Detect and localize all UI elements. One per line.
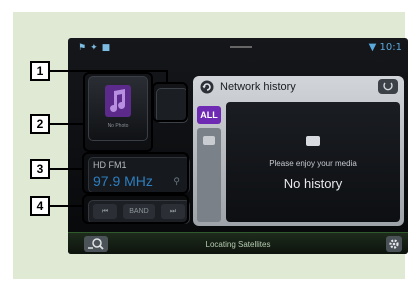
callout-4: 4 [30,196,50,216]
network-history-title: Network history [220,81,296,93]
close-icon [383,82,393,91]
page-indicator [230,46,246,48]
callout-line-1b [166,70,168,84]
filter-all-tab[interactable]: ALL [197,106,221,124]
highlight-4 [82,194,189,224]
callout-2: 2 [30,114,50,134]
callout-line-2 [49,123,84,125]
status-bar: ⚑✦■ ▼ 10:1 [68,38,408,58]
history-list: Please enjoy your media No history [226,102,400,222]
highlight-3 [82,152,189,194]
media-icon [306,136,320,146]
highlight-1 [152,82,188,122]
callout-1: 1 [30,61,50,81]
status-icons: ⚑✦■ [78,43,115,53]
callout-line-3 [49,168,83,170]
callout-line-4 [49,205,83,207]
refresh-icon[interactable] [200,80,214,94]
highlight-2 [83,72,153,152]
callout-line-1 [48,70,168,72]
history-empty-text: No history [283,176,343,191]
status-clock: ▼ 10:1 [368,42,402,53]
bottom-bar: Locating Satellites [68,232,408,254]
settings-gear-icon[interactable] [386,236,402,252]
gps-status-text: Locating Satellites [205,240,271,249]
filter-sidebar[interactable] [197,128,221,222]
callout-3: 3 [30,159,50,179]
history-message: Please enjoy your media [269,159,357,168]
media-icon [203,136,215,145]
network-history-panel: Network history ALL Please enjoy your me… [193,76,404,226]
clock-text: 10:1 [379,42,402,53]
network-history-header: Network history [193,76,404,98]
close-button[interactable] [378,79,398,94]
